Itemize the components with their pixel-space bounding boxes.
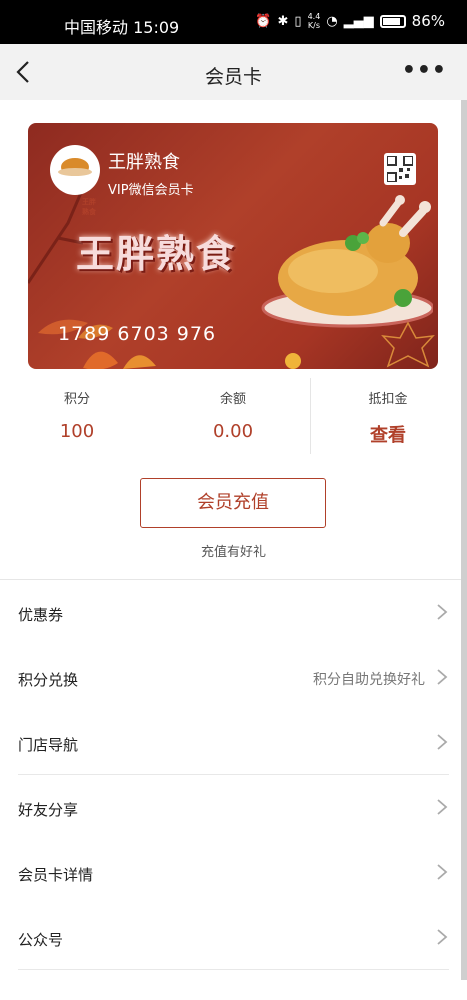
battery-fill [382,17,400,25]
menu-item-label: 会员卡详情 [18,866,94,884]
vibrate-icon: ▯ [294,13,302,29]
more-icon[interactable]: ••• [402,58,447,83]
stats-row: 积分 100 余额 0.00 抵扣金 查看 [0,378,467,456]
store-name: 王胖熟食 [108,152,180,173]
menu-item-share-friends[interactable]: 好友分享 [0,775,467,840]
menu-item-label: 门店导航 [18,736,79,754]
chevron-right-icon [437,929,448,945]
maple-leaf-decoration [381,321,435,368]
chevron-right-icon [437,604,448,620]
roast-chicken-illustration [261,195,433,328]
menu-divider [18,969,449,970]
menu-item-card-details[interactable]: 会员卡详情 [0,840,467,905]
menu-item-extra: 积分自助兑换好礼 [313,672,425,688]
speed-value: 4.4 [307,12,321,21]
points-label: 积分 [63,392,90,407]
menu-item-points-exchange[interactable]: 积分兑换 积分自助兑换好礼 [0,645,467,710]
chevron-right-icon [437,864,448,880]
battery-icon [379,14,406,28]
deduction-view-link[interactable]: 查看 [318,421,458,447]
qr-code-graphic [386,155,414,183]
card-brand-title: 王胖熟食 [76,231,237,276]
chevron-right-icon [437,799,448,815]
carrier-name: 中国移动 [64,18,129,37]
menu-item-label: 好友分享 [18,801,79,819]
clock: 15:09 [133,18,180,37]
balance-stat[interactable]: 余额 0.00 [163,388,303,442]
menu-item-label: 积分兑换 [18,671,79,689]
chevron-right-icon [437,669,448,685]
menu-list: 优惠券 积分兑换 积分自助兑换好礼 门店导航 好友分享 会员卡详情 公众号 [0,580,467,970]
logo-text: 王胖熟食 [82,198,96,216]
wifi-icon: ◔ [326,13,338,29]
menu-item-coupons[interactable]: 优惠券 [0,580,467,645]
status-carrier-time: 中国移动 15:09 [64,14,179,38]
member-card[interactable]: 王胖熟食 王胖熟食 VIP微信会员卡 王胖熟食 1789 6703 976 [28,123,438,369]
qr-code-icon[interactable] [384,153,416,185]
alarm-icon: ⏰ [255,13,272,29]
deduction-stat[interactable]: 抵扣金 查看 [318,388,458,447]
status-icons: ⏰ ✱ ▯ 4.4 K/s ◔ ▂▄▆ 86% [255,12,445,30]
menu-item-official-account[interactable]: 公众号 [0,905,467,970]
status-bar: 中国移动 15:09 ⏰ ✱ ▯ 4.4 K/s ◔ ▂▄▆ 86% [0,0,467,44]
roast-chicken-logo-icon [58,158,92,176]
store-logo: 王胖熟食 [50,145,100,216]
leaf-decoration [83,351,156,369]
flower-decoration [285,353,301,369]
page-title: 会员卡 [204,66,262,88]
network-speed: 4.4 K/s [308,12,321,30]
menu-item-label: 优惠券 [18,606,64,624]
scrollbar-thumb[interactable] [461,100,467,980]
signal-icon: ▂▄▆ [343,13,374,29]
balance-label: 余额 [219,392,246,407]
points-value: 100 [59,421,95,442]
chevron-right-icon [437,734,448,750]
scrollbar[interactable] [461,100,467,980]
menu-item-label: 公众号 [18,931,64,949]
speed-unit: K/s [307,21,320,30]
member-recharge-button[interactable]: 会员充值 [140,478,326,528]
stats-divider [310,378,311,454]
menu-item-store-navigation[interactable]: 门店导航 [0,710,467,775]
balance-value: 0.00 [212,421,254,442]
bluetooth-icon: ✱ [277,13,289,29]
card-subtitle: VIP微信会员卡 [108,183,194,198]
points-stat[interactable]: 积分 100 [7,388,147,442]
deduction-label: 抵扣金 [368,392,408,407]
nav-bar: 会员卡 ••• [0,44,467,100]
recharge-note: 充值有好礼 [200,545,266,560]
battery-percent: 86% [411,12,445,30]
